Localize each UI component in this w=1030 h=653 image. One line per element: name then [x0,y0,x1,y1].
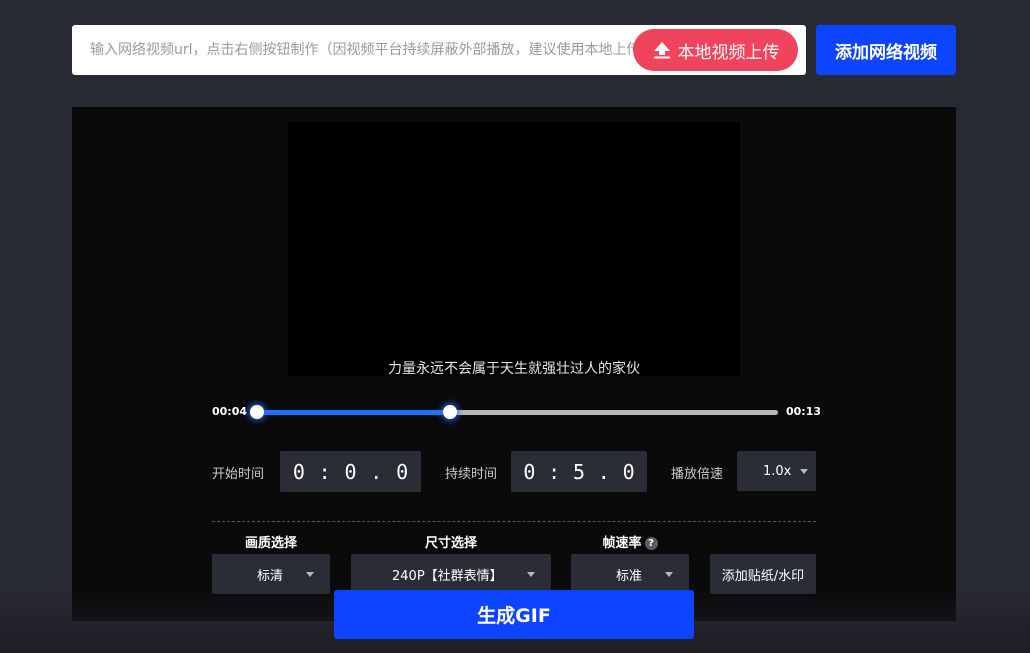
section-divider [212,521,816,522]
add-sticker-watermark-button[interactable]: 添加贴纸/水印 [710,554,816,594]
quality-label: 画质选择 [244,536,297,551]
local-upload-label: 本地视频上传 [677,42,780,63]
size-value: 240P【社群表情】 [392,568,503,584]
fps-select[interactable]: 标准 [571,554,689,594]
chevron-down-icon [527,572,535,577]
duration-label: 持续时间 [445,467,498,482]
duration-input[interactable]: 0 : 5 . 0 [511,451,647,492]
start-time-label: 开始时间 [212,467,265,482]
speed-label: 播放倍速 [671,467,724,482]
start-time-dot: . [370,459,383,484]
start-time-minutes: 0 [292,459,305,484]
start-time-input[interactable]: 0 : 0 . 0 [280,451,421,492]
chevron-down-icon [665,572,673,577]
fps-label-group: 帧速率? [571,532,689,551]
size-select[interactable]: 240P【社群表情】 [351,554,551,594]
quality-select[interactable]: 标清 [212,554,330,594]
add-network-video-button[interactable]: 添加网络视频 [816,25,956,75]
timeline-end-handle[interactable] [442,405,457,419]
video-subtitle: 力量永远不会属于天生就强壮过人的家伙 [388,361,640,377]
start-time-colon: : [318,459,331,484]
video-url-input[interactable] [90,25,645,75]
quality-value: 标清 [257,568,284,584]
gif-editor-panel: 力量永远不会属于天生就强壮过人的家伙 00:04 00:13 开始时间 0 : … [72,107,956,621]
timeline-selected-range [257,410,450,415]
chevron-down-icon [800,469,808,474]
duration-minutes: 0 [523,459,536,484]
speed-value: 1.0x [763,463,792,479]
generate-gif-button[interactable]: 生成GIF [334,590,694,639]
duration-seconds: 5 [572,459,586,484]
timeline-track[interactable] [257,410,778,415]
timeline-end-time: 00:13 [786,405,822,418]
duration-tenths: 0 [622,459,635,484]
help-icon[interactable]: ? [644,537,658,550]
timeline-start-handle[interactable] [250,405,264,419]
url-bar: 本地视频上传 [72,25,806,75]
speed-select[interactable]: 1.0x [737,451,816,491]
local-upload-button[interactable]: 本地视频上传 [633,29,798,71]
upload-icon [652,40,672,60]
duration-dot: . [597,459,610,484]
start-time-seconds: 0 [344,459,357,484]
fps-value: 标准 [616,568,643,584]
duration-colon: : [548,459,561,484]
timeline-start-time: 00:04 [212,405,248,418]
start-time-tenths: 0 [396,459,409,484]
size-label: 尺寸选择 [424,536,477,551]
video-preview[interactable]: 力量永远不会属于天生就强壮过人的家伙 [288,122,740,377]
fps-label: 帧速率 [602,536,642,551]
chevron-down-icon [306,572,314,577]
